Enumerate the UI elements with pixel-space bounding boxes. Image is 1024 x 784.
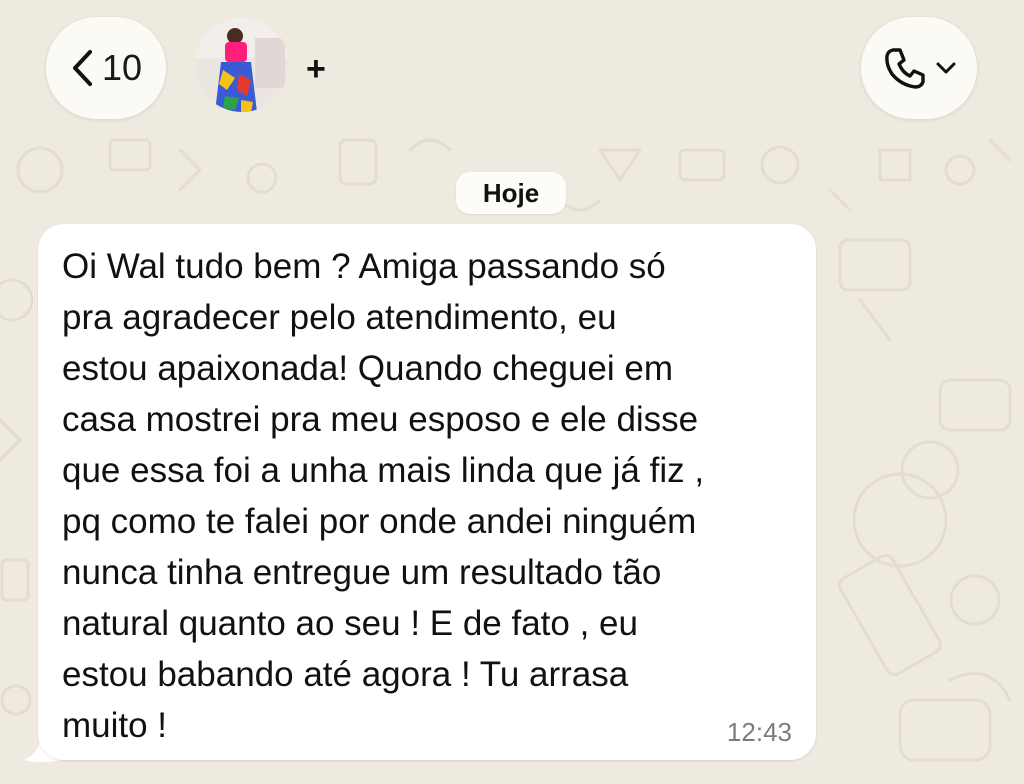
unread-count: 10 bbox=[101, 47, 143, 88]
chevron-left-icon bbox=[72, 50, 92, 86]
add-contact-icon[interactable]: + bbox=[306, 52, 326, 86]
back-button[interactable]: 10 bbox=[46, 17, 166, 119]
message-bubble[interactable]: Oi Wal tudo bem ? Amiga passando só pra … bbox=[38, 224, 816, 760]
call-button[interactable] bbox=[861, 17, 977, 119]
avatar-photo bbox=[195, 18, 289, 112]
chevron-down-icon bbox=[936, 62, 956, 74]
message-timestamp: 12:43 bbox=[726, 717, 792, 747]
message-text: Oi Wal tudo bem ? Amiga passando só pra … bbox=[62, 247, 705, 745]
date-separator: Hoje bbox=[456, 172, 566, 214]
contact-avatar[interactable] bbox=[195, 18, 289, 112]
phone-icon bbox=[885, 48, 925, 89]
chat-header: 10 + bbox=[0, 0, 1024, 140]
